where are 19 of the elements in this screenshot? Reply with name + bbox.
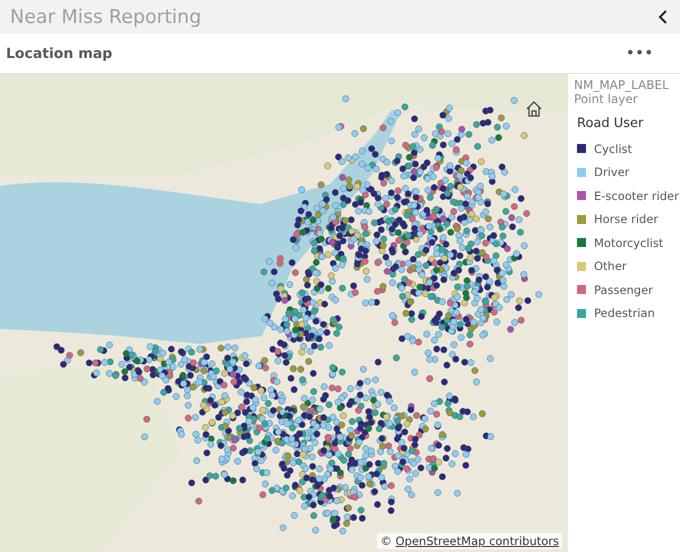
- legend-label: Driver: [594, 165, 630, 180]
- layer-type: Point layer: [574, 92, 639, 106]
- legend-label: Cyclist: [594, 142, 632, 156]
- legend-label: Horse rider: [594, 212, 658, 226]
- map-attribution: © OpenStreetMap contributors: [377, 533, 562, 549]
- attribution-link[interactable]: OpenStreetMap contributors: [395, 534, 559, 548]
- legend-label: Other: [594, 259, 627, 274]
- layer-name: NM_MAP_LABEL: [574, 78, 670, 92]
- legend-label: Passenger: [594, 282, 653, 297]
- chevron-left-icon[interactable]: [658, 10, 668, 24]
- panel-title: Location map: [6, 46, 114, 62]
- app-title: Near Miss Reporting: [10, 6, 202, 28]
- legend-label: Motorcyclist: [594, 236, 664, 250]
- more-options-button[interactable]: •••: [626, 46, 654, 61]
- legend-title: Road User: [577, 116, 644, 131]
- home-icon[interactable]: [525, 100, 543, 118]
- legend-label: E-scooter rider: [594, 188, 679, 203]
- legend-label: Pedestrian: [594, 306, 655, 320]
- map-background[interactable]: © OpenStreetMap contributors: [0, 74, 568, 552]
